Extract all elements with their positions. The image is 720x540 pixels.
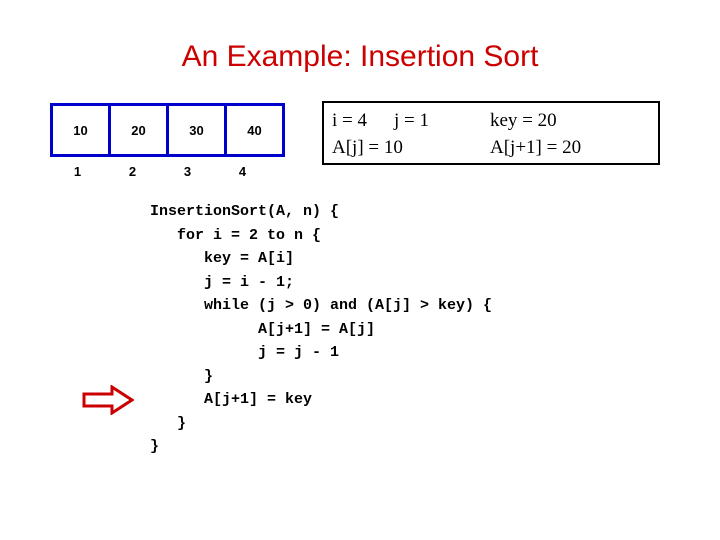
array-index-3: 3 (183, 164, 192, 179)
array-cell-3: 30 (166, 103, 227, 157)
table-row: 10 20 30 40 (50, 103, 285, 157)
code-block: InsertionSort(A, n) { for i = 2 to n { k… (150, 203, 493, 455)
slide-canvas: An Example: Insertion Sort 10 20 30 40 1… (0, 0, 720, 540)
array-cells-table: 10 20 30 40 (50, 103, 285, 157)
array-index-1: 1 (73, 164, 82, 179)
array-index-row: 1 2 3 4 (50, 158, 276, 179)
status-line-2: A[j] = 10 A[j+1] = 20 (332, 134, 658, 161)
array-index-4: 4 (238, 164, 247, 179)
array-table: 10 20 30 40 (50, 103, 285, 157)
status-aj-value: A[j] = 10 (332, 137, 403, 158)
right-arrow-icon (82, 385, 134, 415)
status-j-value: j = 1 (394, 110, 429, 131)
array-index-2: 2 (128, 164, 137, 179)
status-i-value: i = 4 (332, 110, 367, 131)
page-title: An Example: Insertion Sort (181, 40, 539, 73)
status-box: i = 4 j = 1 key = 20 A[j] = 10 A[j+1] = … (322, 101, 660, 165)
array-cell-2: 20 (108, 103, 169, 157)
status-key-value: key = 20 (490, 110, 557, 131)
array-cell-4: 40 (224, 103, 285, 157)
status-ajp1-value: A[j+1] = 20 (490, 137, 582, 158)
status-line-1: i = 4 j = 1 key = 20 (332, 107, 658, 134)
array-cell-1: 10 (50, 103, 111, 157)
